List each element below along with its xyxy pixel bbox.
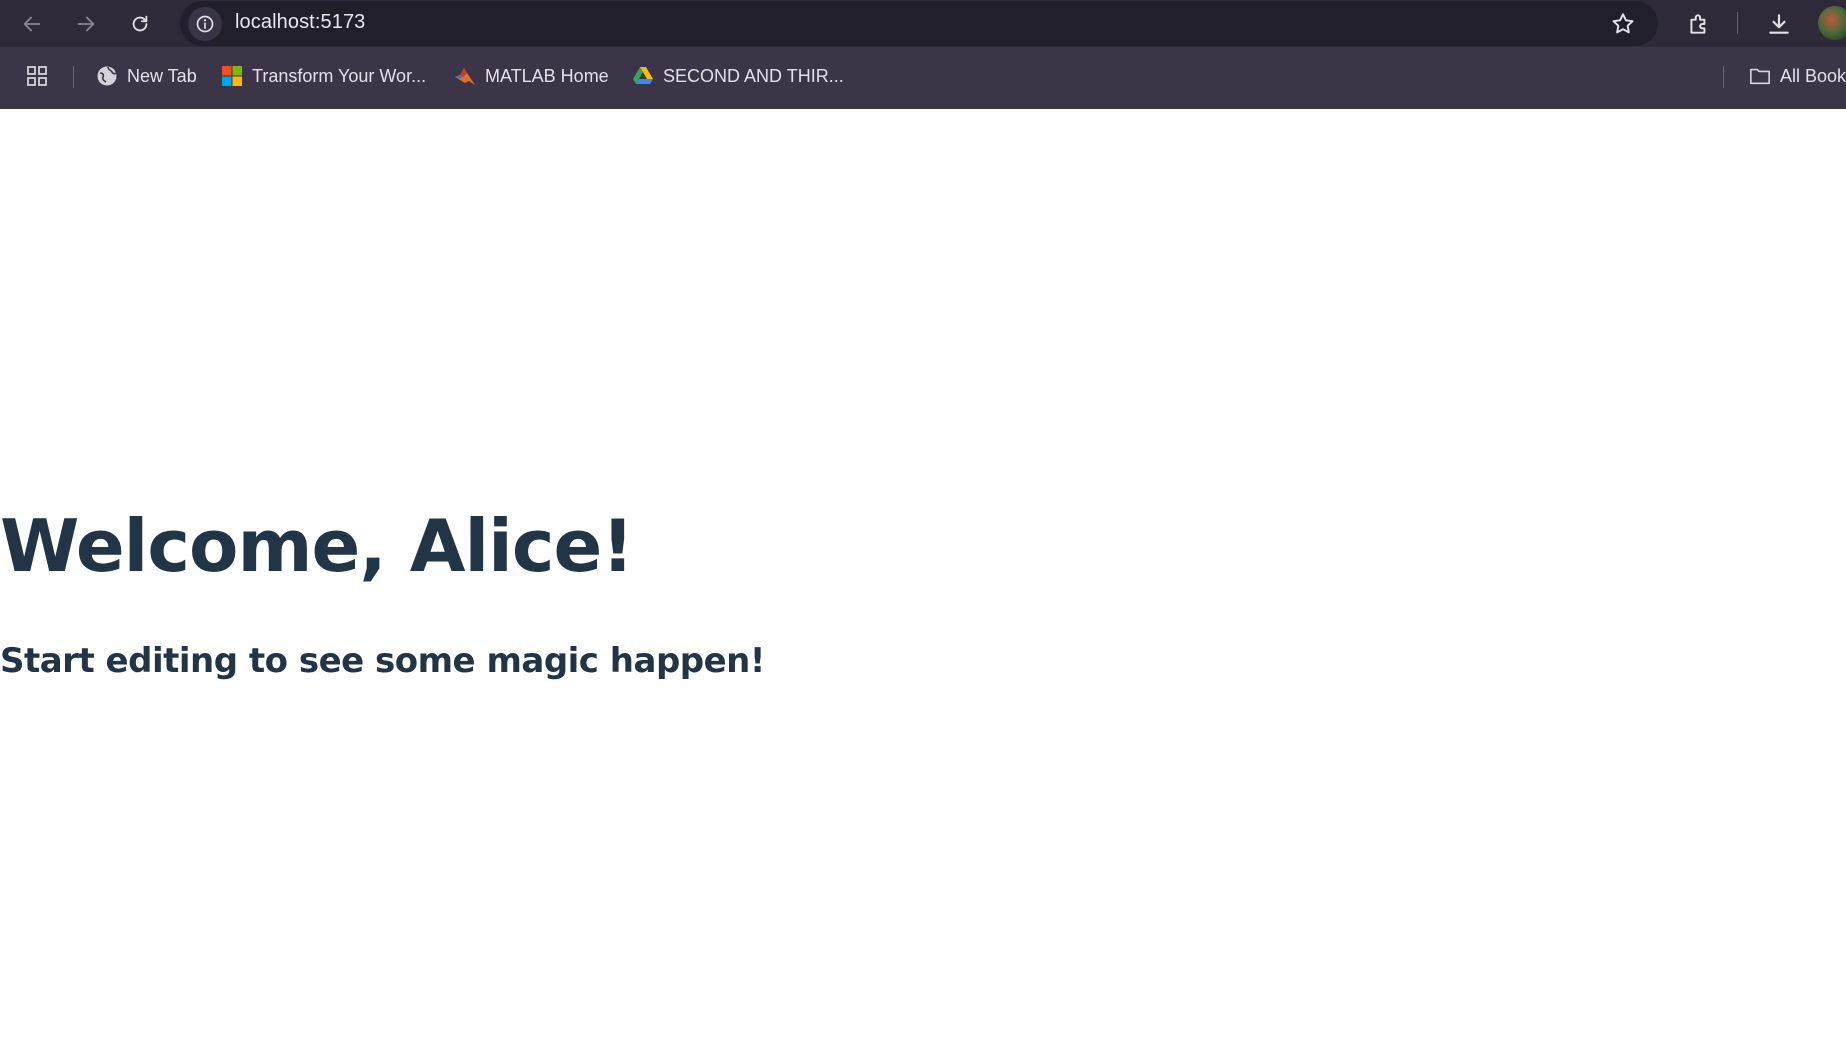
site-info-button[interactable] [188, 7, 222, 41]
bookmarks-divider [1723, 66, 1724, 88]
arrow-right-icon [77, 16, 95, 32]
downloads-button[interactable] [1763, 8, 1795, 40]
toolbar-divider [1737, 12, 1738, 34]
bookmarks-divider [73, 66, 74, 88]
apps-grid-icon [26, 65, 48, 87]
browser-chrome: localhost:5173 New Tab Transform Your Wo… [0, 0, 1846, 109]
bookmarks-bar: New Tab Transform Your Wor... MATLAB Hom… [0, 56, 1846, 96]
bookmark-second-and-third[interactable]: SECOND AND THIR... [632, 61, 844, 91]
download-icon [1769, 14, 1789, 34]
address-bar[interactable]: localhost:5173 [180, 1, 1658, 46]
url-text[interactable]: localhost:5173 [235, 11, 365, 34]
page-content: Welcome, Alice! Start editing to see som… [0, 109, 1846, 1038]
reload-button[interactable] [122, 6, 158, 42]
star-icon [1612, 13, 1634, 34]
apps-button[interactable] [26, 61, 48, 91]
matlab-logo-icon [454, 65, 476, 87]
google-drive-icon [632, 65, 654, 87]
globe-icon [96, 65, 118, 87]
microsoft-logo-icon [221, 65, 243, 87]
all-bookmarks-button[interactable]: All Bookmarks [1749, 61, 1846, 91]
puzzle-icon [1690, 14, 1706, 34]
all-bookmarks-label: All Bookmarks [1780, 65, 1846, 86]
bookmark-label: Transform Your Wor... [252, 65, 427, 86]
bookmark-matlab[interactable]: MATLAB Home [454, 61, 609, 91]
bookmark-label: SECOND AND THIR... [663, 65, 844, 86]
extensions-button[interactable] [1683, 8, 1715, 40]
bookmark-star-button[interactable] [1610, 11, 1636, 37]
arrow-left-icon [23, 16, 41, 32]
bookmark-label: MATLAB Home [485, 65, 609, 86]
subheading: Start editing to see some magic happen! [0, 641, 765, 681]
reload-icon [132, 15, 148, 32]
folder-icon [1749, 65, 1771, 87]
forward-button[interactable] [68, 6, 104, 42]
info-icon [196, 15, 214, 33]
profile-avatar[interactable] [1818, 6, 1846, 40]
bookmark-transform[interactable]: Transform Your Wor... [221, 61, 426, 91]
bookmark-label: New Tab [127, 65, 197, 86]
browser-toolbar: localhost:5173 [0, 0, 1846, 47]
welcome-heading: Welcome, Alice! [0, 504, 634, 588]
bookmark-new-tab[interactable]: New Tab [96, 61, 197, 91]
back-button[interactable] [14, 6, 50, 42]
